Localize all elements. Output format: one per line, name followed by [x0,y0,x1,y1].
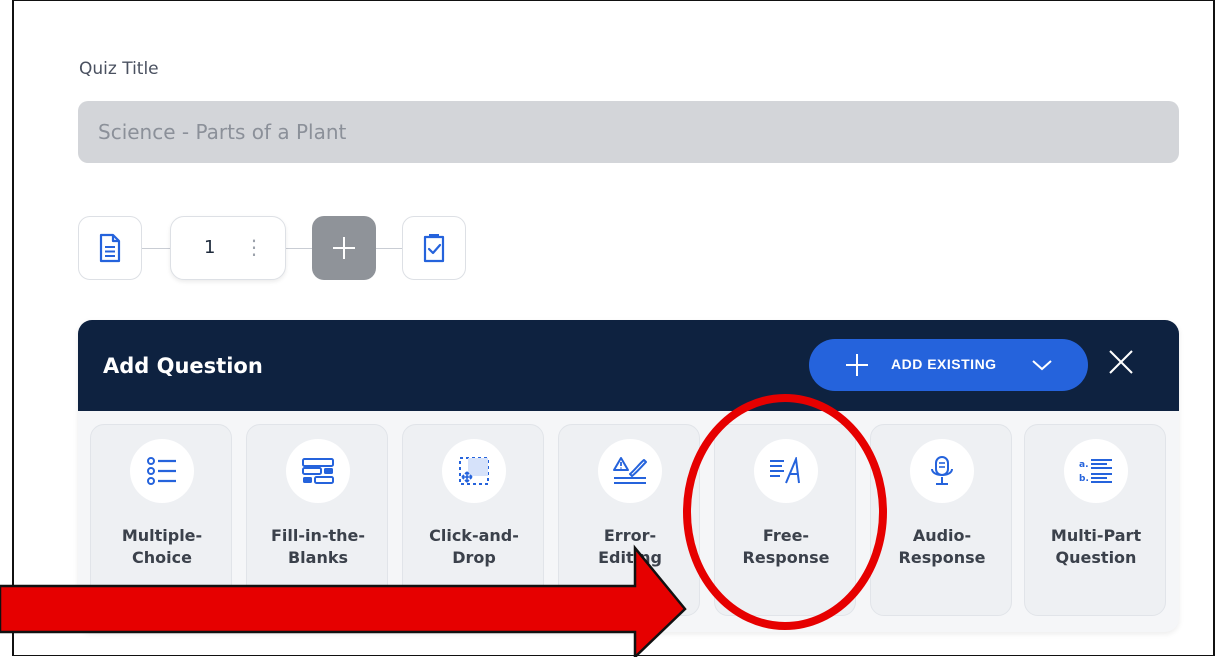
microphone-icon [931,456,953,485]
icon-badge: a. b. [1064,439,1128,503]
add-existing-label: ADD EXISTING [891,356,997,372]
panel-header: Add Question ADD EXISTING [78,320,1179,411]
stepper-connector [375,248,403,249]
clipboard-check-icon [423,234,445,263]
panel-title: Add Question [103,354,263,378]
icon-badge [598,439,662,503]
question-type-label: Click-and- Drop [429,526,519,567]
blanks-icon [302,458,334,484]
icon-badge [754,439,818,503]
cover-page-button[interactable] [78,216,142,280]
page-menu-icon[interactable]: ⋮ [244,233,264,261]
question-type-error-editing[interactable]: Error- Editing [558,424,700,616]
question-type-label: Error- Editing [598,526,662,567]
question-type-multi-part-question[interactable]: a. b. Multi-Part Question [1024,424,1166,616]
question-type-label: Free- Response [742,526,830,567]
question-type-fill-in-the-blanks[interactable]: Fill-in-the- Blanks [246,424,388,616]
free-response-icon [770,457,800,484]
question-type-click-and-drop[interactable]: Click-and- Drop [402,424,544,616]
question-type-multiple-choice[interactable]: Multiple- Choice [90,424,232,616]
list-bullets-icon [147,457,176,485]
question-type-label: Audio- Response [898,526,986,567]
svg-text:a.: a. [1079,460,1089,470]
drag-drop-icon [459,457,489,485]
question-type-label: Fill-in-the- Blanks [270,526,366,567]
icon-badge [910,439,974,503]
document-icon [99,233,121,263]
stepper-connector [285,248,313,249]
question-type-audio-response[interactable]: Audio- Response [870,424,1012,616]
plus-icon [846,354,868,376]
add-page-button[interactable] [312,216,376,280]
stepper-connector [142,248,172,249]
multi-part-icon: a. b. [1079,459,1112,484]
icon-badge [130,439,194,503]
icon-badge [286,439,350,503]
page-1-tab[interactable]: 1 ⋮ [170,216,286,280]
question-type-label: Multiple- Choice [121,526,203,567]
icon-badge [442,439,506,503]
svg-text:b.: b. [1079,474,1089,484]
question-type-free-response[interactable]: Free- Response [714,424,856,616]
page-number: 1 [204,237,216,258]
chevron-down-icon [1032,360,1052,371]
close-icon[interactable] [1106,347,1136,377]
error-edit-icon [613,457,647,484]
add-existing-button[interactable]: ADD EXISTING [809,339,1088,391]
question-type-label: Multi-Part Question [1050,526,1142,567]
results-page-button[interactable] [402,216,466,280]
add-question-panel: Add Question ADD EXISTING Multiple- Choi… [78,320,1179,632]
quiz-title-input[interactable] [78,101,1179,163]
quiz-title-label: Quiz Title [79,59,159,79]
plus-icon [333,237,355,259]
